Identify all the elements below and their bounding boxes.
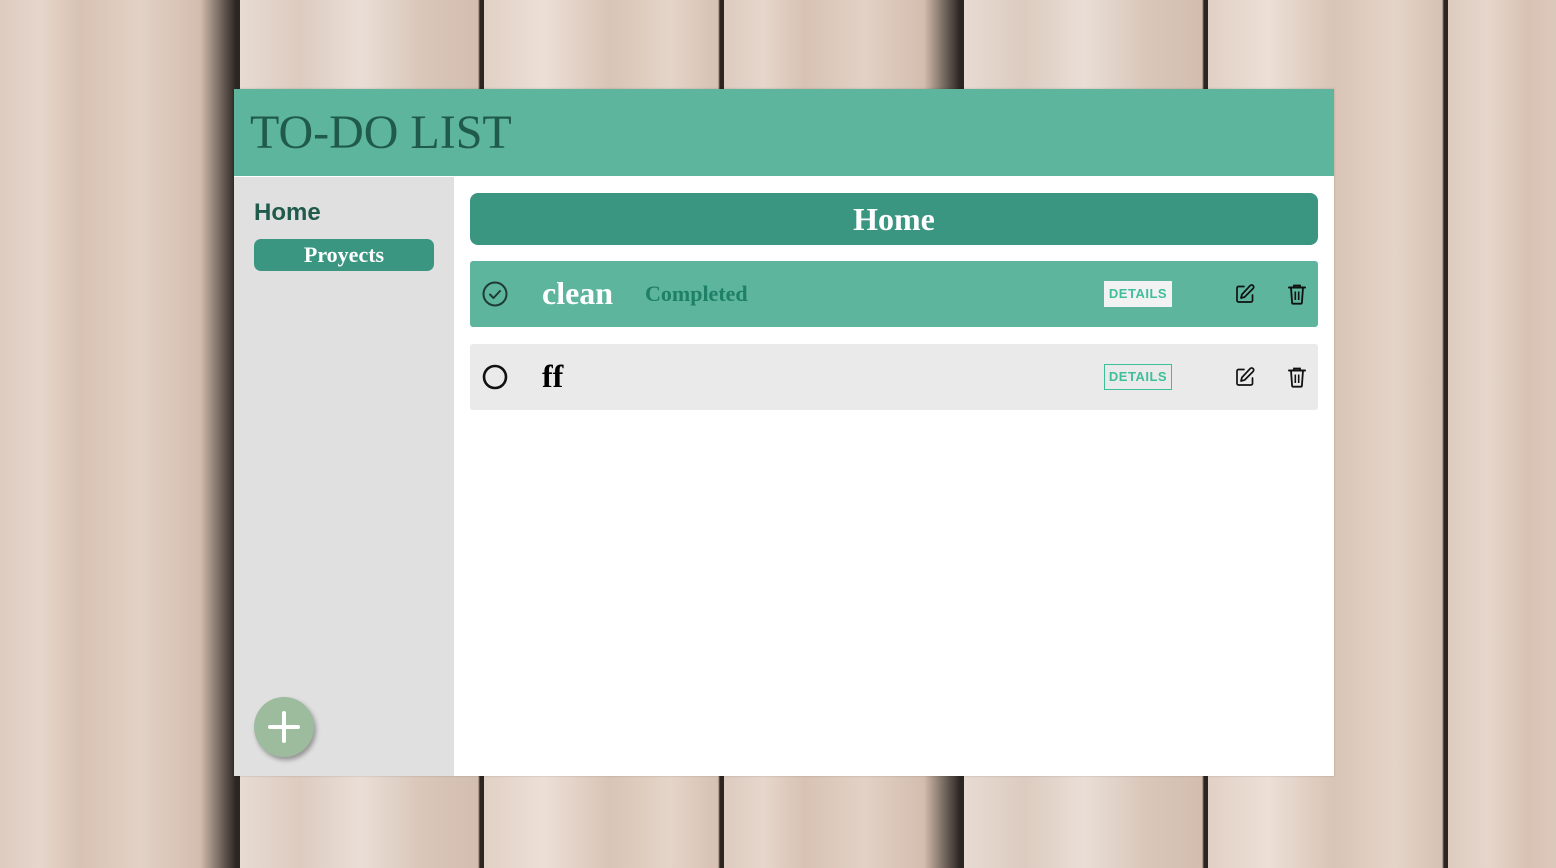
todo-board: TO-DO LIST Home Proyects Home clean Comp… <box>234 89 1334 776</box>
sidebar-item-home[interactable]: Home <box>254 199 321 227</box>
add-button[interactable] <box>254 697 314 757</box>
edit-icon[interactable] <box>1234 366 1256 388</box>
sidebar: Home Proyects <box>234 177 454 776</box>
task-item-open: ff DETAILS <box>470 344 1318 410</box>
trash-icon[interactable] <box>1287 283 1307 305</box>
task-status: Completed <box>645 281 748 306</box>
check-circle-icon[interactable] <box>482 281 508 307</box>
section-title: Home <box>470 193 1318 245</box>
trash-icon[interactable] <box>1287 366 1307 388</box>
app-title: TO-DO LIST <box>250 106 512 159</box>
details-button[interactable]: DETAILS <box>1104 281 1172 307</box>
sidebar-item-proyects[interactable]: Proyects <box>254 239 434 271</box>
task-name: clean <box>542 275 614 311</box>
circle-icon[interactable] <box>482 364 508 390</box>
app-header: TO-DO LIST <box>234 89 1334 176</box>
edit-icon[interactable] <box>1234 283 1256 305</box>
plus-icon <box>268 711 300 743</box>
task-name: ff <box>542 358 564 394</box>
task-item-completed: clean Completed DETAILS <box>470 261 1318 327</box>
details-button[interactable]: DETAILS <box>1104 364 1172 390</box>
